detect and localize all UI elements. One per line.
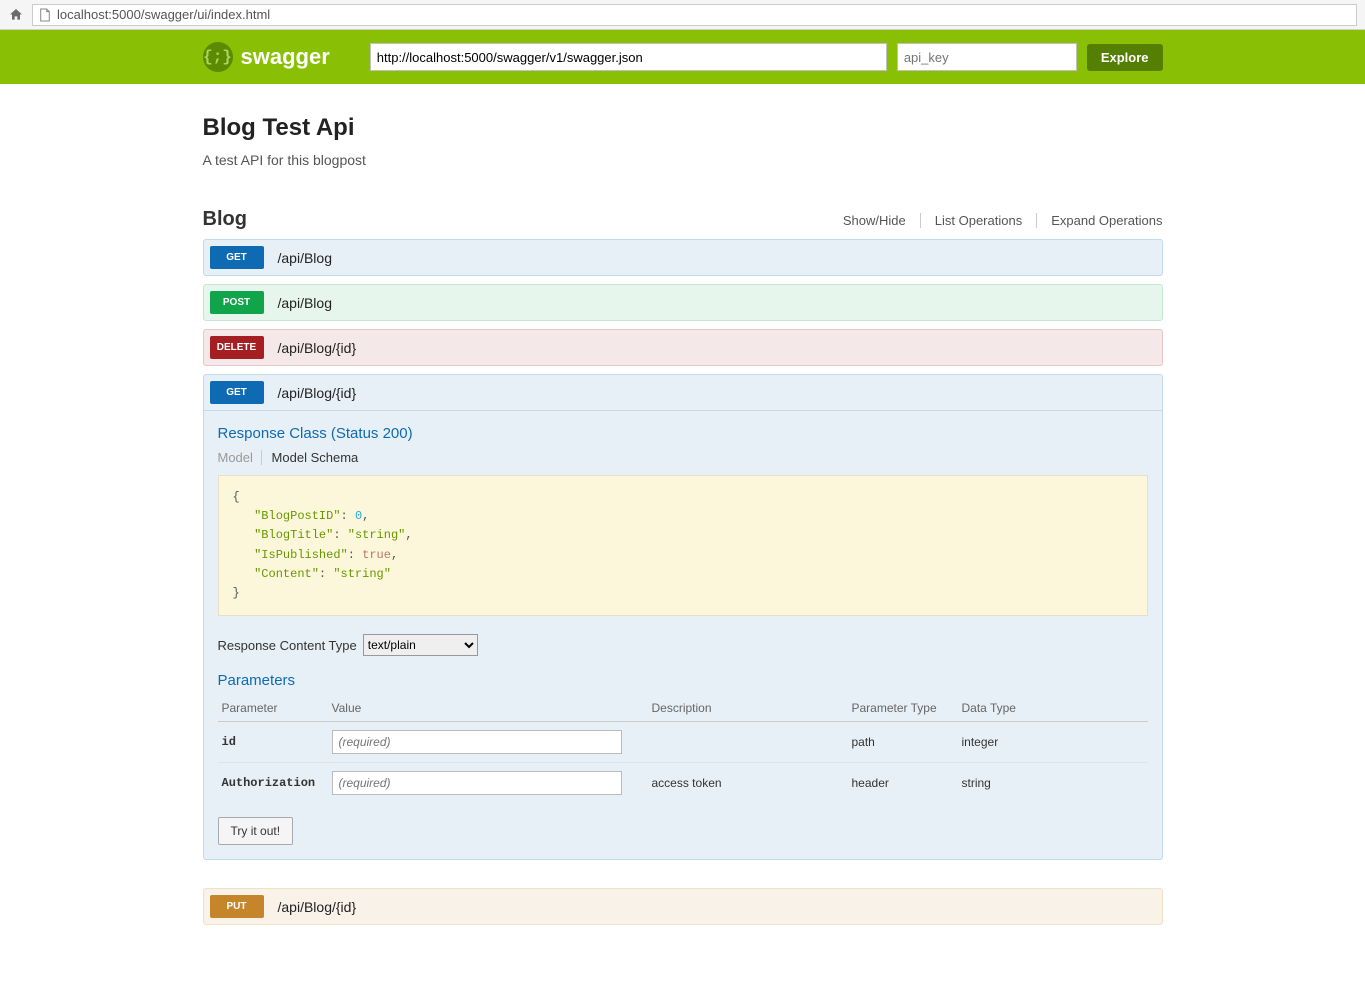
op-path: /api/Blog/{id}: [264, 385, 357, 401]
parameters-table: Parameter Value Description Parameter Ty…: [218, 695, 1148, 803]
op-header[interactable]: GET /api/Blog: [204, 240, 1162, 275]
page-icon: [39, 8, 51, 22]
model-tab[interactable]: Model: [218, 450, 262, 465]
list-ops-link[interactable]: List Operations: [921, 213, 1037, 228]
op-path: /api/Blog: [264, 295, 332, 311]
method-badge: PUT: [210, 895, 264, 918]
table-row: id path integer: [218, 722, 1148, 763]
op-delete-blog-id: DELETE /api/Blog/{id}: [203, 329, 1163, 366]
col-parameter: Parameter: [218, 695, 328, 722]
op-get-blog: GET /api/Blog: [203, 239, 1163, 276]
brand-text: swagger: [241, 44, 330, 70]
op-body: Response Class (Status 200) Model Model …: [204, 410, 1162, 859]
param-dtype: integer: [958, 722, 1148, 763]
schema-val: string: [341, 567, 384, 581]
table-row: Authorization access token header string: [218, 763, 1148, 804]
schema-val: true: [362, 548, 391, 562]
param-desc: access token: [648, 763, 848, 804]
col-description: Description: [648, 695, 848, 722]
model-schema-tab[interactable]: Model Schema: [272, 450, 359, 465]
op-path: /api/Blog/{id}: [264, 340, 357, 356]
param-desc: [648, 722, 848, 763]
spec-url-input[interactable]: [370, 43, 887, 71]
op-path: /api/Blog: [264, 250, 332, 266]
method-badge: POST: [210, 291, 264, 314]
logo-icon: {;}: [203, 42, 233, 72]
op-path: /api/Blog/{id}: [264, 899, 357, 915]
rct-label: Response Content Type: [218, 638, 357, 653]
section-title[interactable]: Blog: [203, 208, 829, 231]
col-value: Value: [328, 695, 648, 722]
try-it-out-button[interactable]: Try it out!: [218, 817, 294, 845]
param-type: path: [848, 722, 958, 763]
response-class-title: Response Class (Status 200): [218, 425, 1148, 442]
response-content-type-row: Response Content Type text/plain: [218, 634, 1148, 656]
expand-ops-link[interactable]: Expand Operations: [1037, 213, 1162, 228]
section-links: Show/Hide List Operations Expand Operati…: [829, 213, 1163, 228]
rct-select[interactable]: text/plain: [363, 634, 478, 656]
param-name: Authorization: [218, 763, 328, 804]
swagger-logo[interactable]: {;} swagger: [203, 42, 330, 72]
op-header[interactable]: DELETE /api/Blog/{id}: [204, 330, 1162, 365]
url-text: localhost:5000/swagger/ui/index.html: [57, 7, 270, 22]
url-bar[interactable]: localhost:5000/swagger/ui/index.html: [32, 4, 1357, 26]
parameters-title: Parameters: [218, 672, 1148, 689]
op-header[interactable]: GET /api/Blog/{id}: [204, 375, 1162, 410]
show-hide-link[interactable]: Show/Hide: [829, 213, 921, 228]
swagger-header: {;} swagger Explore: [0, 30, 1365, 84]
op-put-blog-id: PUT /api/Blog/{id}: [203, 888, 1163, 925]
schema-code[interactable]: { "BlogPostID": 0, "BlogTitle": "string"…: [218, 475, 1148, 616]
param-value-input[interactable]: [332, 771, 622, 795]
schema-val: string: [355, 528, 398, 542]
op-header[interactable]: POST /api/Blog: [204, 285, 1162, 320]
section-header: Blog Show/Hide List Operations Expand Op…: [203, 208, 1163, 231]
schema-val: 0: [355, 509, 362, 523]
method-badge: GET: [210, 246, 264, 269]
method-badge: DELETE: [210, 336, 264, 359]
api-title: Blog Test Api: [203, 114, 1163, 142]
home-icon[interactable]: [8, 7, 24, 23]
param-type: header: [848, 763, 958, 804]
param-dtype: string: [958, 763, 1148, 804]
api-description: A test API for this blogpost: [203, 152, 1163, 168]
param-value-input[interactable]: [332, 730, 622, 754]
op-post-blog: POST /api/Blog: [203, 284, 1163, 321]
param-name: id: [218, 722, 328, 763]
model-tabs: Model Model Schema: [218, 450, 1148, 465]
op-get-blog-id: GET /api/Blog/{id} Response Class (Statu…: [203, 374, 1163, 860]
op-header[interactable]: PUT /api/Blog/{id}: [204, 889, 1162, 924]
col-param-type: Parameter Type: [848, 695, 958, 722]
col-data-type: Data Type: [958, 695, 1148, 722]
api-key-input[interactable]: [897, 43, 1077, 71]
main-container: Blog Test Api A test API for this blogpo…: [203, 84, 1163, 993]
browser-bar: localhost:5000/swagger/ui/index.html: [0, 0, 1365, 30]
explore-button[interactable]: Explore: [1087, 44, 1163, 71]
method-badge: GET: [210, 381, 264, 404]
